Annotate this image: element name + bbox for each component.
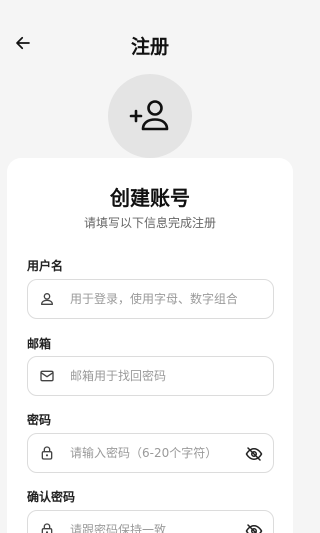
register-card: 创建账号 请填写以下信息完成注册 用户名 邮箱 密码 <box>7 158 293 533</box>
card-subtitle: 请填写以下信息完成注册 <box>83 216 216 230</box>
username-label: 用户名 <box>27 259 64 273</box>
lock-icon <box>41 446 53 460</box>
email-field[interactable] <box>27 356 274 396</box>
add-person-icon <box>129 100 169 131</box>
lock-icon <box>41 523 53 533</box>
username-field[interactable] <box>27 279 274 319</box>
eye-off-icon[interactable] <box>245 445 263 463</box>
confirm-password-input[interactable] <box>70 511 237 533</box>
register-screen: 注册 创建账号 请填写以下信息完成注册 用户名 邮箱 <box>0 0 300 533</box>
password-input[interactable] <box>70 434 237 472</box>
email-input[interactable] <box>70 357 237 395</box>
page-title: 注册 <box>130 36 169 58</box>
card-title: 创建账号 <box>110 186 190 210</box>
username-input[interactable] <box>70 280 237 318</box>
eye-off-icon[interactable] <box>245 522 263 533</box>
confirm-password-label: 确认密码 <box>27 490 76 504</box>
email-label: 邮箱 <box>27 337 52 351</box>
mail-icon <box>40 370 54 382</box>
password-field[interactable] <box>27 433 274 473</box>
confirm-password-field[interactable] <box>27 510 274 533</box>
password-label: 密码 <box>27 413 52 427</box>
person-icon <box>41 293 53 305</box>
avatar <box>108 74 192 158</box>
